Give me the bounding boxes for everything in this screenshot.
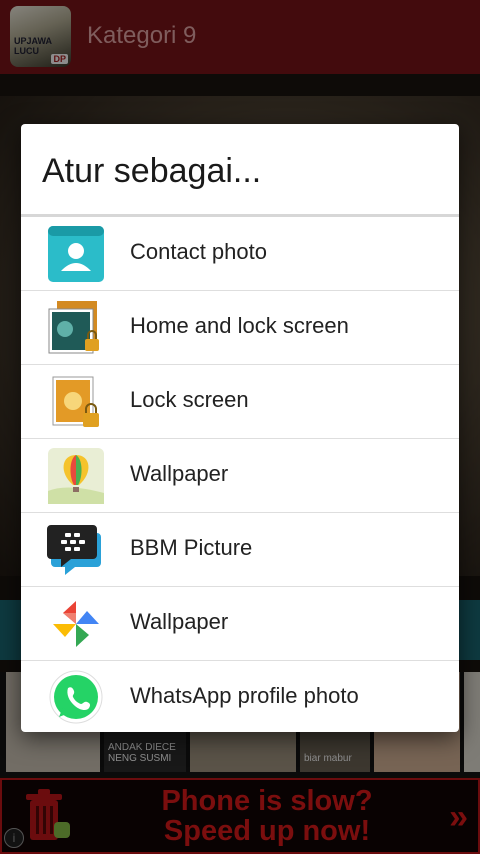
option-contact-photo[interactable]: Contact photo bbox=[21, 217, 459, 291]
option-wallpaper-balloon[interactable]: Wallpaper bbox=[21, 439, 459, 513]
set-as-dialog: Atur sebagai... Contact photo Home and l… bbox=[21, 124, 459, 732]
option-label: BBM Picture bbox=[130, 535, 253, 560]
option-label: Contact photo bbox=[130, 239, 267, 264]
contact-photo-icon bbox=[48, 226, 104, 282]
option-label: Home and lock screen bbox=[130, 313, 349, 338]
option-label: Lock screen bbox=[130, 387, 249, 412]
home-lock-screen-icon bbox=[48, 301, 99, 354]
dialog-title: Atur sebagai... bbox=[42, 152, 262, 190]
option-wallpaper-photos[interactable]: Wallpaper bbox=[21, 587, 459, 661]
lock-screen-icon bbox=[52, 376, 99, 427]
option-whatsapp-profile-photo[interactable]: WhatsApp profile photo bbox=[21, 661, 459, 732]
option-home-lock-screen[interactable]: Home and lock screen bbox=[21, 291, 459, 365]
google-photos-pinwheel-icon bbox=[53, 601, 99, 647]
option-bbm-picture[interactable]: BBM Picture bbox=[21, 513, 459, 587]
option-list: Contact photo Home and lock screen Lock bbox=[21, 217, 459, 732]
whatsapp-icon bbox=[49, 670, 103, 724]
option-label: WhatsApp profile photo bbox=[130, 683, 359, 708]
option-label: Wallpaper bbox=[130, 461, 229, 486]
wallpaper-balloon-icon bbox=[48, 448, 104, 504]
bbm-icon bbox=[47, 525, 101, 575]
option-lock-screen[interactable]: Lock screen bbox=[21, 365, 459, 439]
option-label: Wallpaper bbox=[130, 609, 229, 634]
